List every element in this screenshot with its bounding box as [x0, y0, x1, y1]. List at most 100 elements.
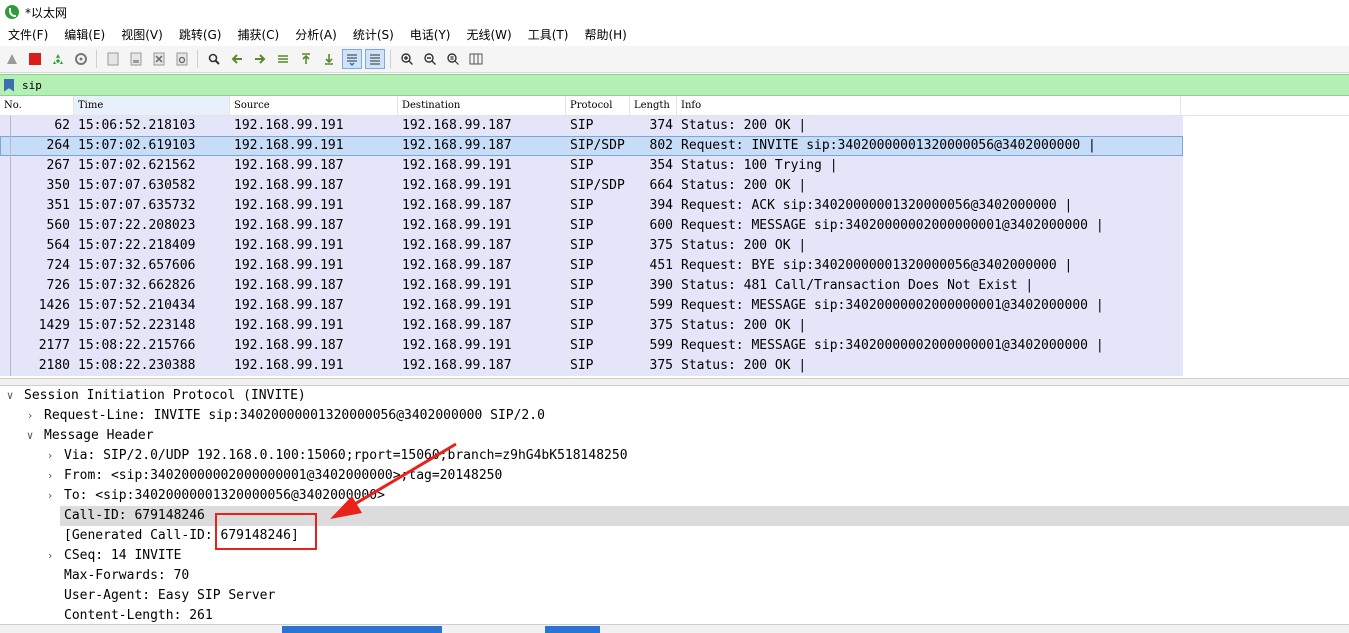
packet-row[interactable]: 351 15:07:07.635732 192.168.99.191 192.168.…	[0, 196, 1183, 216]
detail-row[interactable]: [Generated Call-ID: 679148246]	[0, 526, 1349, 546]
packet-list[interactable]: No. Time Source Destination Protocol Len…	[0, 96, 1349, 378]
capture-options-gear-icon[interactable]	[72, 50, 90, 68]
packet-source: 192.168.99.191	[234, 138, 344, 153]
go-first-icon[interactable]	[297, 50, 315, 68]
packet-info: Status: 200 OK |	[681, 318, 807, 333]
auto-scroll-icon[interactable]	[341, 49, 362, 69]
chevron-down-icon[interactable]: ∨	[24, 426, 36, 446]
packet-row[interactable]: 560 15:07:22.208023 192.168.99.187 192.168.…	[0, 216, 1183, 236]
menu-go[interactable]: 跳转(G)	[171, 24, 230, 46]
shark-fin-start-icon[interactable]	[3, 50, 21, 68]
display-filter-input[interactable]: sip	[22, 79, 42, 92]
menu-wireless[interactable]: 无线(W)	[459, 24, 520, 46]
detail-row[interactable]: User-Agent: Easy SIP Server	[0, 586, 1349, 606]
packet-row[interactable]: 2177 15:08:22.215766 192.168.99.187 192.168…	[0, 336, 1183, 356]
menu-tools[interactable]: 工具(T)	[520, 24, 577, 46]
detail-row[interactable]: › From: <sip:34020000002000000001@3402000…	[0, 466, 1349, 486]
packet-row[interactable]: 1429 15:07:52.223148 192.168.99.191 192.168…	[0, 316, 1183, 336]
packet-length: 600	[649, 218, 673, 233]
packet-no: 2180	[38, 358, 70, 373]
detail-text: Request-Line: INVITE sip:340200000013200…	[44, 408, 545, 423]
packet-no: 724	[46, 258, 70, 273]
menu-edit[interactable]: 编辑(E)	[56, 24, 113, 46]
detail-row[interactable]: › Via: SIP/2.0/UDP 192.168.0.100:15060;rp…	[0, 446, 1349, 466]
colorize-icon[interactable]	[364, 49, 385, 69]
packet-row[interactable]: 267 15:07:02.621562 192.168.99.187 192.168.…	[0, 156, 1183, 176]
packet-row[interactable]: 726 15:07:32.662826 192.168.99.187 192.168.…	[0, 276, 1183, 296]
packet-time: 15:07:02.619103	[78, 138, 196, 153]
packet-time: 15:07:02.621562	[78, 158, 196, 173]
pane-splitter[interactable]	[0, 378, 1349, 386]
stop-square-icon[interactable]	[26, 50, 44, 68]
save-file-icon[interactable]	[127, 50, 145, 68]
menu-telephony[interactable]: 电话(Y)	[402, 24, 459, 46]
packet-source: 192.168.99.191	[234, 238, 344, 253]
menu-capture[interactable]: 捕获(C)	[229, 24, 287, 46]
go-to-packet-icon[interactable]	[274, 50, 292, 68]
packet-row-selected[interactable]: 264 15:07:02.619103 192.168.99.191 192.168.…	[0, 136, 1183, 156]
column-header-info[interactable]: Info	[677, 96, 1181, 116]
packet-protocol: SIP	[570, 298, 594, 313]
zoom-normal-icon[interactable]	[444, 50, 462, 68]
chevron-right-icon[interactable]: ›	[44, 546, 56, 566]
detail-row[interactable]: Content-Length: 261	[0, 606, 1349, 624]
detail-row[interactable]: › Request-Line: INVITE sip:34020000001320…	[0, 406, 1349, 426]
packet-length: 664	[649, 178, 673, 193]
close-file-icon[interactable]	[150, 50, 168, 68]
column-header-time[interactable]: Time	[74, 96, 230, 116]
packet-list-header: No. Time Source Destination Protocol Len…	[0, 96, 1349, 116]
packet-row[interactable]: 724 15:07:32.657606 192.168.99.191 192.168.…	[0, 256, 1183, 276]
packet-time: 15:06:52.218103	[78, 118, 196, 133]
conversation-tree-line	[10, 116, 11, 376]
resize-columns-icon[interactable]	[467, 50, 485, 68]
menu-view[interactable]: 视图(V)	[113, 24, 171, 46]
packet-time: 15:07:52.210434	[78, 298, 196, 313]
find-packet-icon[interactable]	[205, 50, 223, 68]
menu-analyze[interactable]: 分析(A)	[287, 24, 345, 46]
zoom-in-icon[interactable]	[398, 50, 416, 68]
detail-row[interactable]: ∨ Message Header	[0, 426, 1349, 446]
column-header-destination[interactable]: Destination	[398, 96, 566, 116]
detail-row[interactable]: › To: <sip:34020000001320000056@340200000…	[0, 486, 1349, 506]
packet-row[interactable]: 564 15:07:22.218409 192.168.99.191 192.168.…	[0, 236, 1183, 256]
column-header-source[interactable]: Source	[230, 96, 398, 116]
chevron-right-icon[interactable]: ›	[24, 406, 36, 426]
packet-destination: 192.168.99.187	[402, 358, 512, 373]
packet-info: Request: MESSAGE sip:3402000000200000000…	[681, 338, 1104, 353]
open-file-icon[interactable]	[104, 50, 122, 68]
chevron-down-icon[interactable]: ∨	[4, 386, 16, 406]
detail-row[interactable]: › CSeq: 14 INVITE	[0, 546, 1349, 566]
packet-details-tree[interactable]: ∨ Session Initiation Protocol (INVITE) › Re…	[0, 386, 1349, 624]
zoom-out-icon[interactable]	[421, 50, 439, 68]
column-header-no[interactable]: No.	[0, 96, 74, 116]
menu-statistics[interactable]: 统计(S)	[345, 24, 402, 46]
chevron-right-icon[interactable]: ›	[44, 466, 56, 486]
chevron-right-icon[interactable]: ›	[44, 486, 56, 506]
packet-no: 560	[46, 218, 70, 233]
packet-row[interactable]: 1426 15:07:52.210434 192.168.99.187 192.168…	[0, 296, 1183, 316]
packet-info: Status: 481 Call/Transaction Does Not Ex…	[681, 278, 1034, 293]
detail-row[interactable]: ∨ Session Initiation Protocol (INVITE)	[0, 386, 1349, 406]
restart-capture-icon[interactable]	[49, 50, 67, 68]
packet-protocol: SIP	[570, 258, 594, 273]
reload-icon[interactable]	[173, 50, 191, 68]
packet-row[interactable]: 350 15:07:07.630582 192.168.99.187 192.168.…	[0, 176, 1183, 196]
go-forward-icon[interactable]	[251, 50, 269, 68]
packet-time: 15:07:22.208023	[78, 218, 196, 233]
packet-info: Status: 200 OK |	[681, 118, 807, 133]
bookmark-filter-icon[interactable]	[4, 78, 14, 92]
go-last-icon[interactable]	[320, 50, 338, 68]
go-back-icon[interactable]	[228, 50, 246, 68]
column-header-length[interactable]: Length	[630, 96, 677, 116]
packet-row[interactable]: 2180 15:08:22.230388 192.168.99.191 192.168…	[0, 356, 1183, 376]
chevron-right-icon[interactable]: ›	[44, 446, 56, 466]
menu-help[interactable]: 帮助(H)	[576, 24, 634, 46]
detail-row[interactable]: Max-Forwards: 70	[0, 566, 1349, 586]
column-header-protocol[interactable]: Protocol	[566, 96, 630, 116]
packet-row[interactable]: 62 15:06:52.218103 192.168.99.191 192.168.9…	[0, 116, 1183, 136]
menu-file[interactable]: 文件(F)	[0, 24, 56, 46]
packet-source: 192.168.99.187	[234, 298, 344, 313]
display-filter-bar[interactable]: sip	[0, 74, 1349, 96]
packet-destination: 192.168.99.191	[402, 338, 512, 353]
packet-source: 192.168.99.191	[234, 258, 344, 273]
